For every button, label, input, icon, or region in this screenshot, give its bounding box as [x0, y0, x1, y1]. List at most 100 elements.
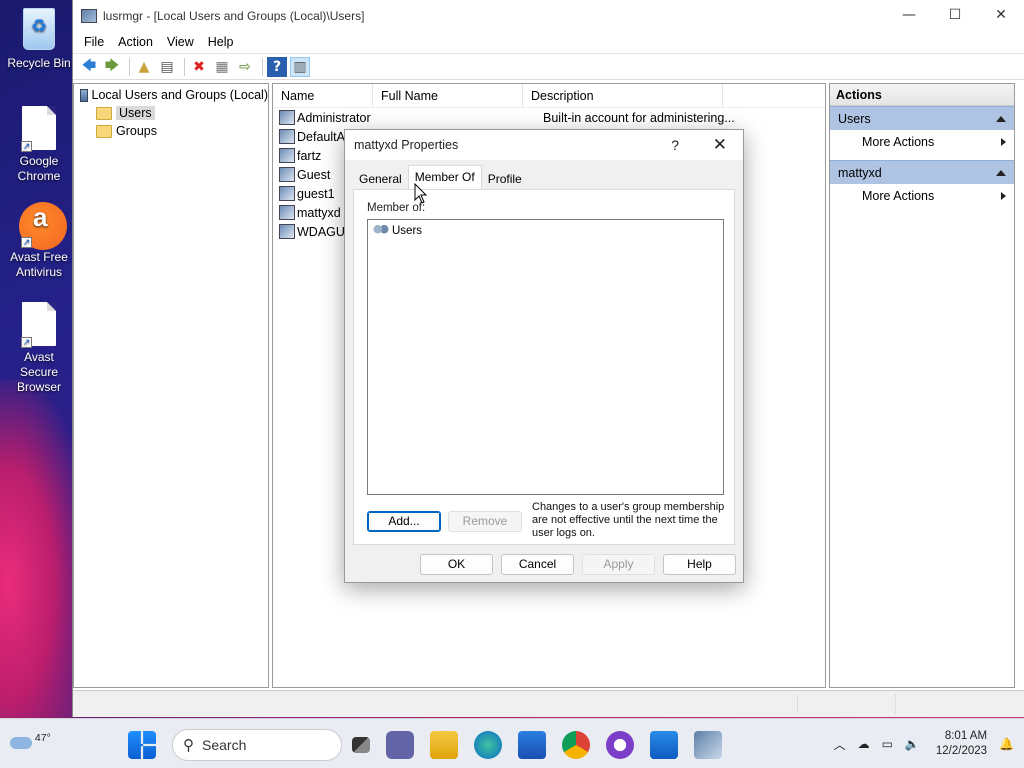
avast-browser-icon[interactable]: [606, 731, 634, 759]
status-bar: [73, 690, 1024, 717]
properties-icon[interactable]: ▦: [212, 57, 232, 77]
network-icon[interactable]: ▭: [882, 737, 893, 751]
actions-section-mattyxd[interactable]: mattyxd: [830, 160, 1014, 184]
member-of-list[interactable]: Users: [367, 219, 724, 495]
user-icon: [279, 205, 295, 220]
group-name: Users: [392, 224, 423, 237]
chrome-shortcut-icon: ↗: [19, 106, 59, 152]
folder-icon: [96, 124, 112, 138]
task-view-icon[interactable]: [352, 737, 370, 753]
forward-arrow-icon[interactable]: 🡆: [102, 57, 122, 77]
user-icon: [279, 148, 295, 163]
list-header: Name Full Name Description: [273, 84, 825, 108]
shortcut-arrow-icon: ↗: [21, 337, 32, 348]
status-divider: [797, 694, 798, 714]
actions-section-users[interactable]: Users: [830, 106, 1014, 130]
start-button-icon[interactable]: [128, 731, 156, 759]
column-header-name[interactable]: Name: [273, 84, 373, 107]
folder-icon: [96, 106, 112, 120]
file-explorer-icon[interactable]: [430, 731, 458, 759]
user-name-cell: Administrator: [297, 110, 371, 125]
search-placeholder: Search: [202, 737, 247, 753]
tree-item-root[interactable]: Local Users and Groups (Local): [74, 86, 268, 104]
tree-item-label: Users: [116, 106, 155, 120]
group-list-item[interactable]: Users: [368, 220, 723, 237]
weather-widget[interactable]: 47°: [10, 729, 51, 749]
taskbar-search[interactable]: ⚲ Search: [172, 729, 342, 761]
cancel-button[interactable]: Cancel: [501, 554, 574, 575]
user-icon: [279, 224, 295, 239]
add-button[interactable]: Add...: [367, 511, 441, 532]
computer-icon: [80, 88, 88, 102]
desktop-icon-avast-browser[interactable]: ↗ Avast Secure Browser: [4, 302, 74, 395]
system-tray: ︿ ☁ ▭ 🔈 8:01 AM 12/2/2023 🔔: [822, 719, 1014, 768]
more-actions-mattyxd[interactable]: More Actions: [830, 184, 1014, 208]
more-actions-users[interactable]: More Actions: [830, 130, 1014, 154]
computer-management-icon: [81, 8, 97, 23]
edge-icon[interactable]: [474, 731, 502, 759]
dialog-close-button[interactable]: ✕: [713, 130, 727, 160]
menu-help[interactable]: Help: [201, 35, 241, 49]
column-header-description[interactable]: Description: [523, 84, 723, 107]
remove-button[interactable]: Remove: [448, 511, 522, 532]
window-titlebar[interactable]: lusrmgr - [Local Users and Groups (Local…: [73, 0, 1024, 31]
table-row[interactable]: Administrator Built-in account for admini…: [273, 108, 825, 127]
show-hide-tree-icon[interactable]: ▤: [157, 57, 177, 77]
desktop-icon-google-chrome[interactable]: ↗ Google Chrome: [4, 106, 74, 184]
user-properties-dialog: mattyxd Properties ? ✕ General Member Of…: [344, 129, 744, 583]
toolbar-separator: [184, 57, 185, 76]
cloud-icon: [10, 737, 32, 749]
toolbar-separator: [262, 57, 263, 76]
maximize-button[interactable]: ☐: [932, 0, 978, 31]
mouse-cursor-icon: [414, 183, 428, 204]
apply-button[interactable]: Apply: [582, 554, 655, 575]
notifications-bell-icon[interactable]: 🔔: [999, 737, 1014, 751]
description-cell: Built-in account for administering...: [543, 110, 735, 125]
teams-icon[interactable]: [386, 731, 414, 759]
help-icon[interactable]: ?: [267, 56, 287, 77]
status-divider: [895, 694, 896, 714]
toolbar-separator: [129, 57, 130, 76]
menu-action[interactable]: Action: [111, 35, 160, 49]
tree-item-groups[interactable]: Groups: [74, 122, 268, 140]
dialog-title: mattyxd Properties: [354, 138, 459, 152]
ok-button[interactable]: OK: [420, 554, 493, 575]
onedrive-cloud-icon[interactable]: ☁: [858, 737, 870, 751]
clock[interactable]: 8:01 AM 12/2/2023: [936, 729, 987, 759]
minimize-button[interactable]: —: [886, 0, 932, 31]
shortcut-arrow-icon: ↗: [21, 237, 32, 248]
group-icon: [373, 224, 389, 237]
taskbar: 47° ⚲ Search ︿ ☁ ▭ 🔈 8:01 AM 12/2/2023 🔔: [0, 718, 1024, 768]
dialog-titlebar[interactable]: mattyxd Properties ? ✕: [345, 130, 743, 160]
desktop-icon-avast-antivirus[interactable]: a ↗ Avast Free Antivirus: [4, 202, 74, 280]
dialog-help-button[interactable]: ?: [671, 130, 679, 160]
tree-item-users[interactable]: Users: [74, 104, 268, 122]
delete-icon[interactable]: ✖: [189, 57, 209, 77]
mail-icon[interactable]: [650, 731, 678, 759]
close-button[interactable]: ✕: [978, 0, 1024, 31]
user-icon: [279, 167, 295, 182]
desktop-icon-recycle-bin[interactable]: ♻ Recycle Bin: [4, 8, 74, 71]
recycle-bin-icon: ♻: [19, 8, 59, 54]
column-header-full-name[interactable]: Full Name: [373, 84, 523, 107]
help-button[interactable]: Help: [663, 554, 736, 575]
tab-general[interactable]: General: [353, 168, 408, 190]
volume-icon[interactable]: 🔈: [905, 737, 920, 751]
up-folder-icon[interactable]: ▲: [134, 57, 154, 77]
computer-management-taskbar-icon[interactable]: [694, 731, 722, 759]
dialog-tabs: General Member Of Profile: [353, 165, 528, 190]
export-list-icon[interactable]: ⇨: [235, 57, 255, 77]
show-action-pane-icon[interactable]: ▥: [290, 56, 310, 77]
show-hidden-icons-chevron-icon[interactable]: ︿: [834, 736, 846, 753]
search-icon: ⚲: [183, 737, 194, 754]
menu-file[interactable]: File: [77, 35, 111, 49]
user-icon: [279, 129, 295, 144]
chrome-icon[interactable]: [562, 731, 590, 759]
tab-profile[interactable]: Profile: [482, 168, 528, 190]
member-of-tab-page: Member of: Users Add... Remove Changes t…: [353, 189, 735, 545]
desktop-icon-label: Google Chrome: [17, 154, 61, 183]
microsoft-store-icon[interactable]: [518, 731, 546, 759]
back-arrow-icon[interactable]: 🡄: [79, 57, 99, 77]
menu-view[interactable]: View: [160, 35, 201, 49]
actions-header: Actions: [830, 84, 1014, 106]
